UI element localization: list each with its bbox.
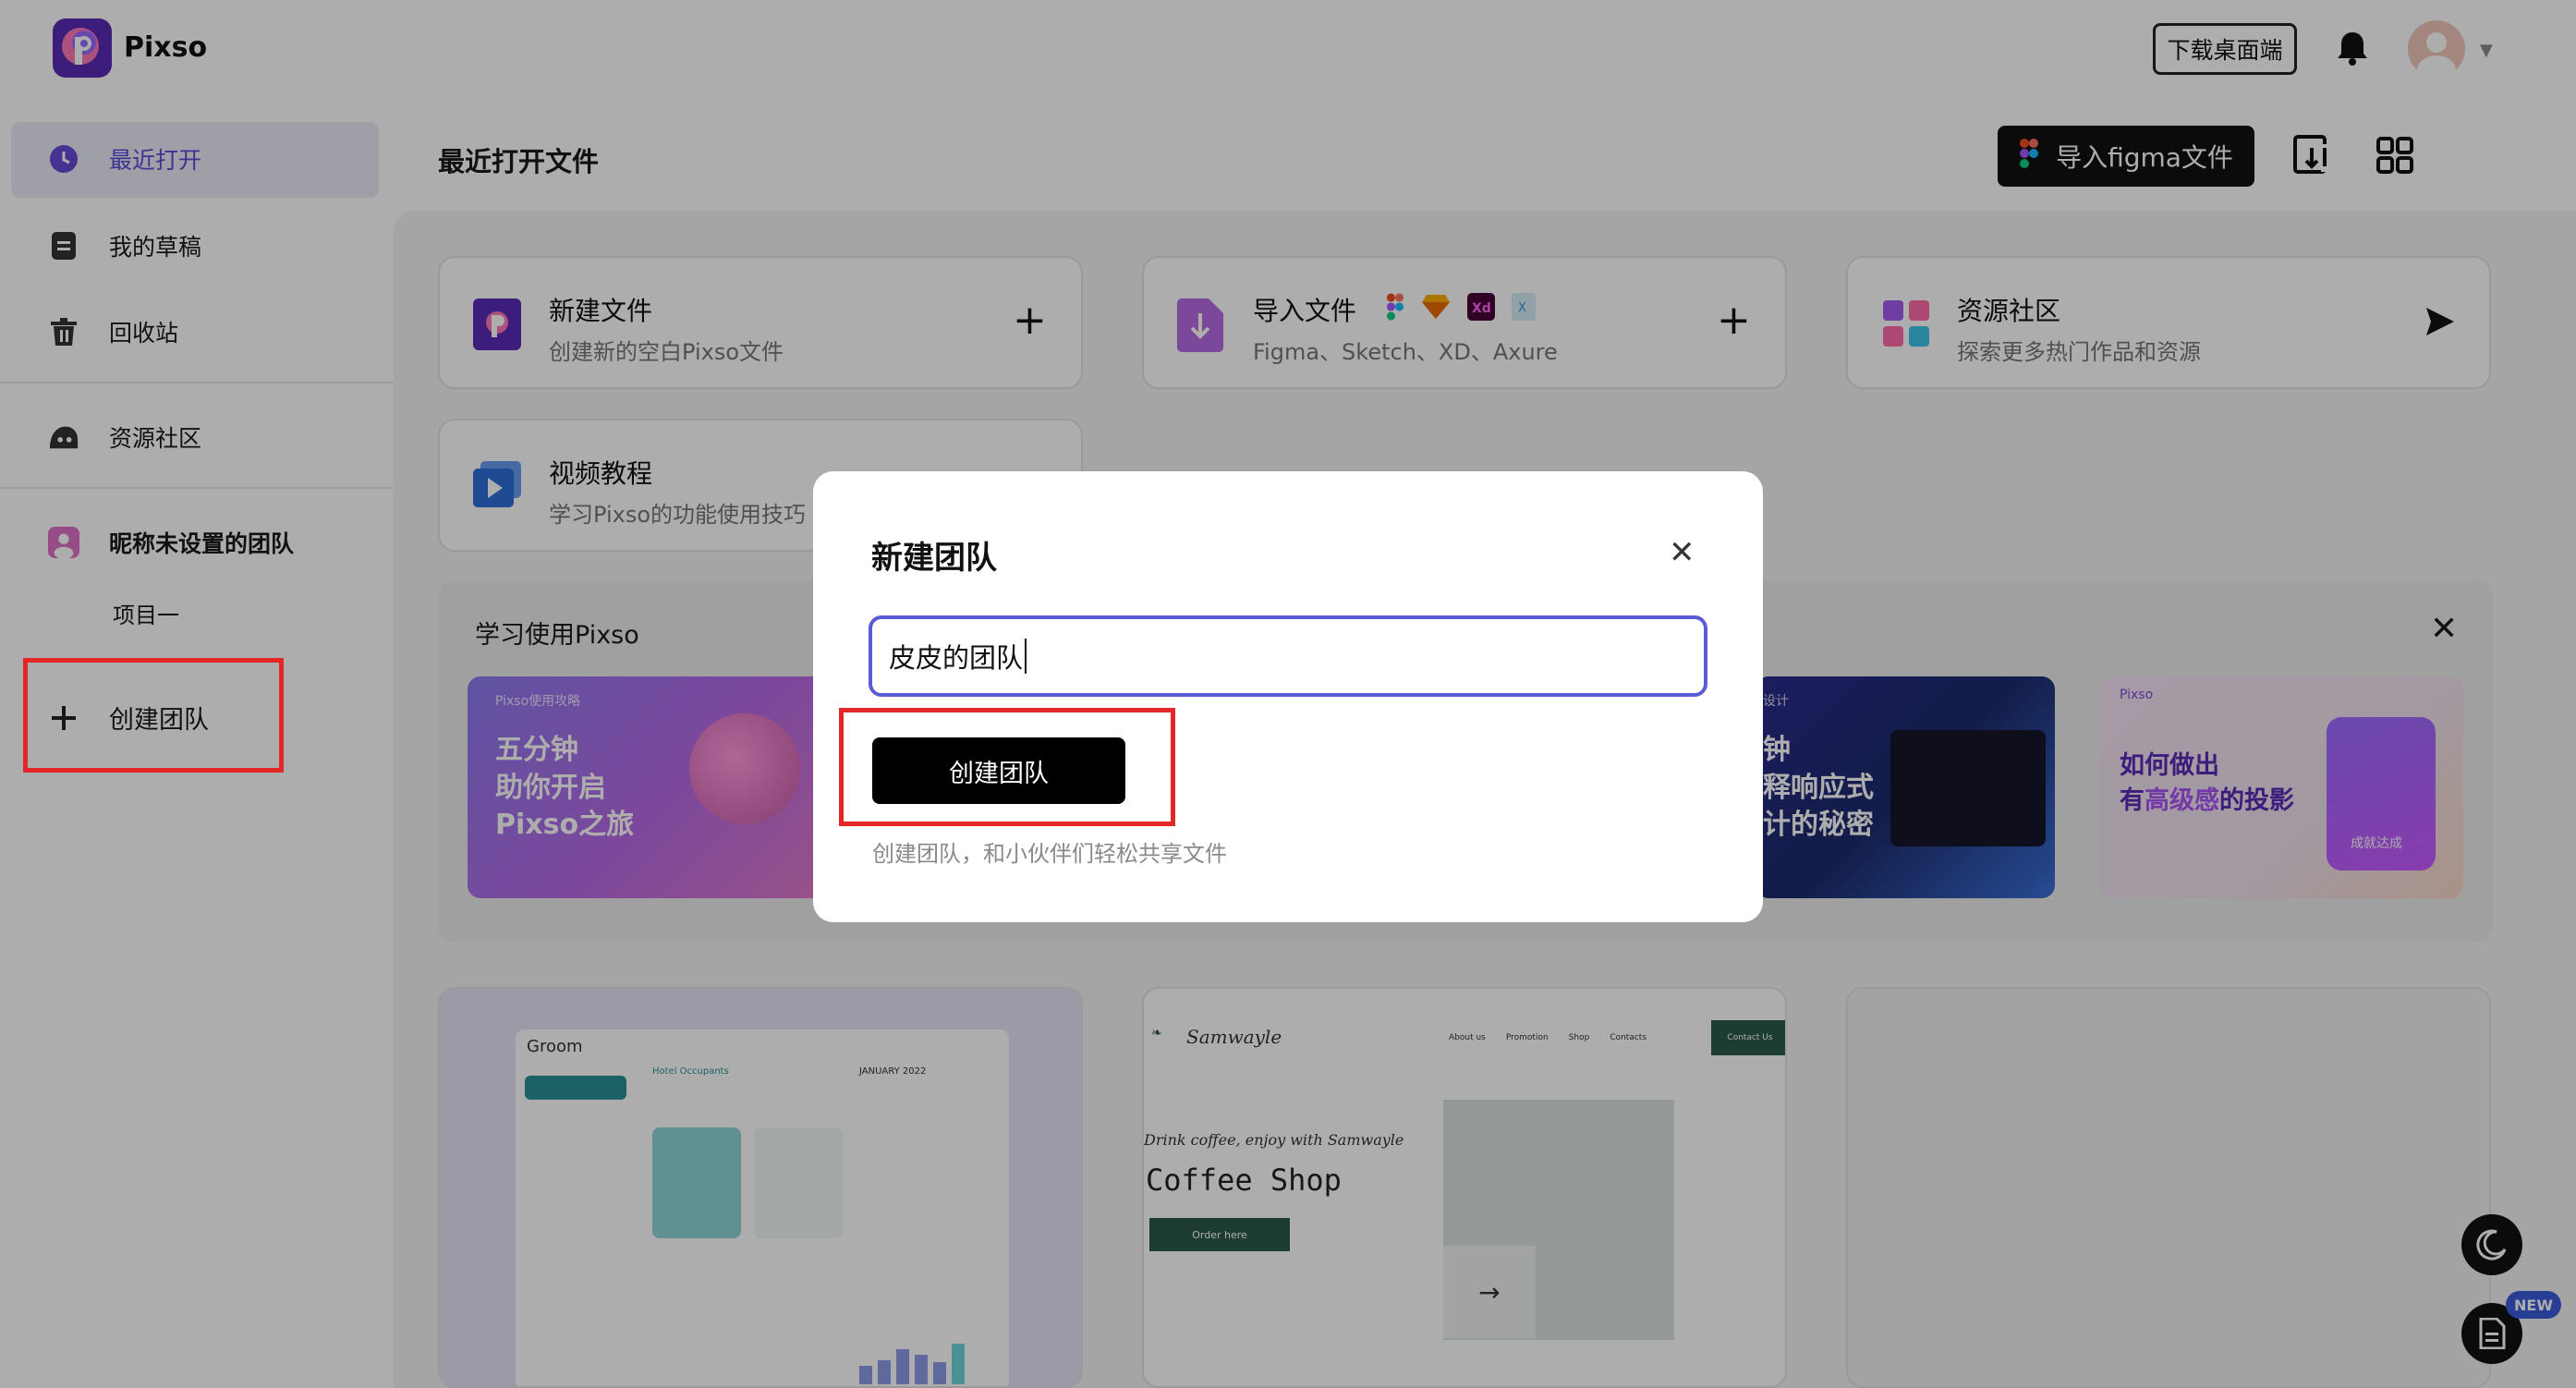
team-name-input[interactable]: 皮皮的团队 <box>869 615 1707 697</box>
highlight-box-sidebar-create <box>23 658 284 773</box>
dialog-hint: 创建团队，和小伙伴们轻松共享文件 <box>872 841 1227 867</box>
close-icon[interactable]: ✕ <box>1669 534 1695 571</box>
dialog-title: 新建团队 <box>871 540 997 577</box>
text-caret <box>1025 639 1027 674</box>
highlight-box-create-button <box>839 708 1175 826</box>
team-name-value: 皮皮的团队 <box>889 642 1024 674</box>
